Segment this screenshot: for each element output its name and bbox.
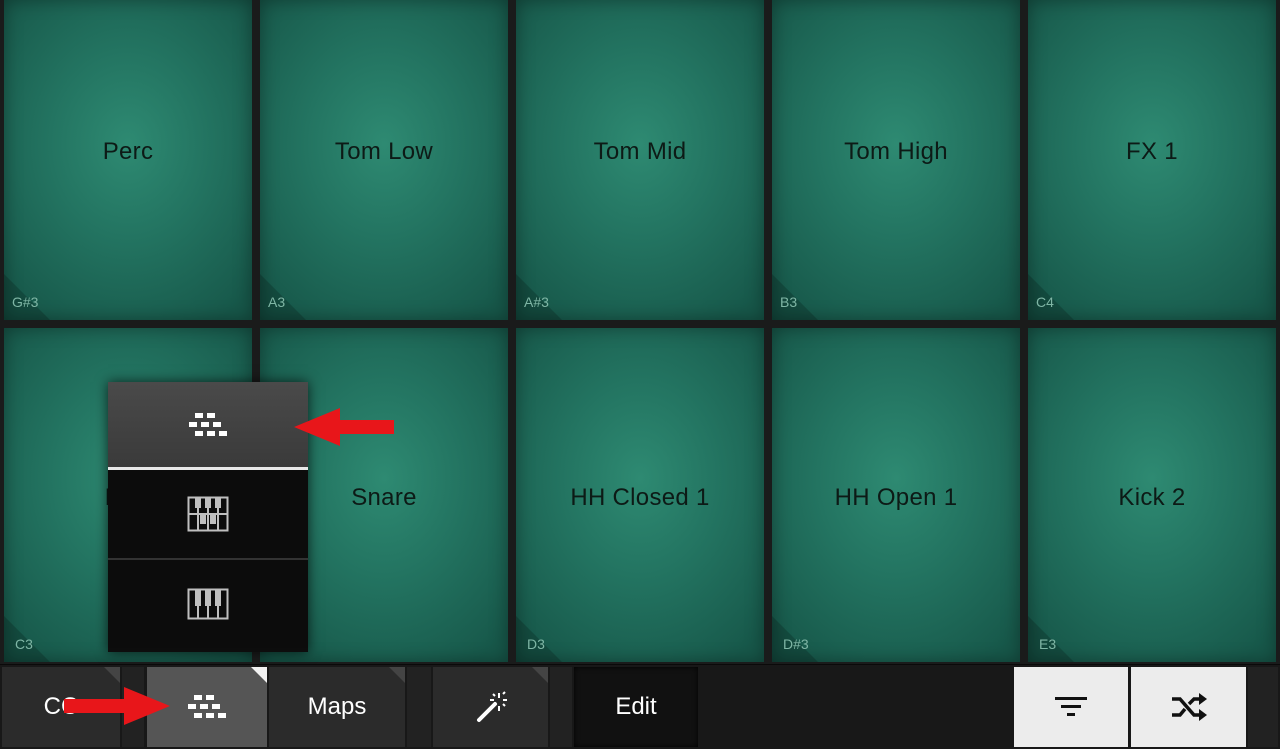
pad-label: Perc bbox=[102, 138, 154, 165]
magic-wand-icon bbox=[476, 691, 507, 722]
pad-note: C3 bbox=[15, 636, 33, 652]
pad-label: FX 1 bbox=[1126, 138, 1178, 165]
maps-button[interactable]: Maps bbox=[269, 667, 405, 747]
toolbar-spacer bbox=[1248, 667, 1278, 747]
edit-button-label: Edit bbox=[615, 693, 657, 720]
pad-note: B3 bbox=[780, 294, 798, 310]
pad-kick-2[interactable]: Kick 2 E3 bbox=[1028, 328, 1276, 662]
pad-grid-icon bbox=[188, 695, 226, 718]
layout-button[interactable] bbox=[147, 667, 267, 747]
edit-button[interactable]: Edit bbox=[574, 667, 698, 747]
toolbar-spacer bbox=[407, 667, 431, 747]
bottom-toolbar: CC Maps Edit bbox=[0, 664, 1280, 749]
cc-button[interactable]: CC bbox=[2, 667, 120, 747]
pad-hh-open-1[interactable]: HH Open 1 D#3 bbox=[772, 328, 1020, 662]
pad-note: D3 bbox=[527, 636, 545, 652]
pad-note: D#3 bbox=[783, 636, 809, 652]
pad-hh-closed-1[interactable]: HH Closed 1 D3 bbox=[516, 328, 764, 662]
pad-label: Tom High bbox=[844, 138, 948, 165]
toolbar-spacer bbox=[550, 667, 572, 747]
button-corner-indicator bbox=[532, 667, 548, 683]
pad-note: E3 bbox=[1039, 636, 1057, 652]
shuffle-icon bbox=[1171, 693, 1207, 721]
pad-grid-icon bbox=[189, 412, 227, 436]
magic-wand-button[interactable] bbox=[433, 667, 548, 747]
pad-perc[interactable]: Perc G#3 bbox=[4, 0, 252, 320]
button-corner-indicator bbox=[251, 667, 267, 683]
pad-tom-low[interactable]: Tom Low A3 bbox=[260, 0, 508, 320]
shuffle-button[interactable] bbox=[1131, 667, 1246, 747]
pad-tom-mid[interactable]: Tom Mid A#3 bbox=[516, 0, 764, 320]
layout-option-pads[interactable] bbox=[108, 382, 308, 470]
toolbar-spacer bbox=[122, 667, 144, 747]
pad-label: HH Closed 1 bbox=[570, 484, 710, 511]
filter-button[interactable] bbox=[1014, 667, 1128, 747]
pad-label: HH Open 1 bbox=[834, 484, 958, 511]
piano-keys-icon bbox=[187, 588, 229, 620]
pad-tom-high[interactable]: Tom High B3 bbox=[772, 0, 1020, 320]
keyboard-grid-icon bbox=[187, 496, 229, 532]
pad-note: A#3 bbox=[524, 294, 549, 310]
pad-note: C4 bbox=[1036, 294, 1054, 310]
cc-button-label: CC bbox=[43, 693, 79, 720]
layout-popup-menu bbox=[108, 382, 308, 652]
pad-label: Tom Low bbox=[334, 138, 434, 165]
pad-note: A3 bbox=[268, 294, 286, 310]
pad-label: Kick 2 bbox=[1118, 484, 1186, 511]
maps-button-label: Maps bbox=[307, 693, 367, 720]
layout-option-keyboard-grid[interactable] bbox=[108, 470, 308, 560]
layout-option-piano[interactable] bbox=[108, 560, 308, 648]
button-corner-indicator bbox=[389, 667, 405, 683]
filter-icon bbox=[1055, 697, 1087, 716]
pad-note: G#3 bbox=[12, 294, 39, 310]
pad-fx-1[interactable]: FX 1 C4 bbox=[1028, 0, 1276, 320]
pad-label: Tom Mid bbox=[593, 138, 687, 165]
button-corner-indicator bbox=[104, 667, 120, 683]
